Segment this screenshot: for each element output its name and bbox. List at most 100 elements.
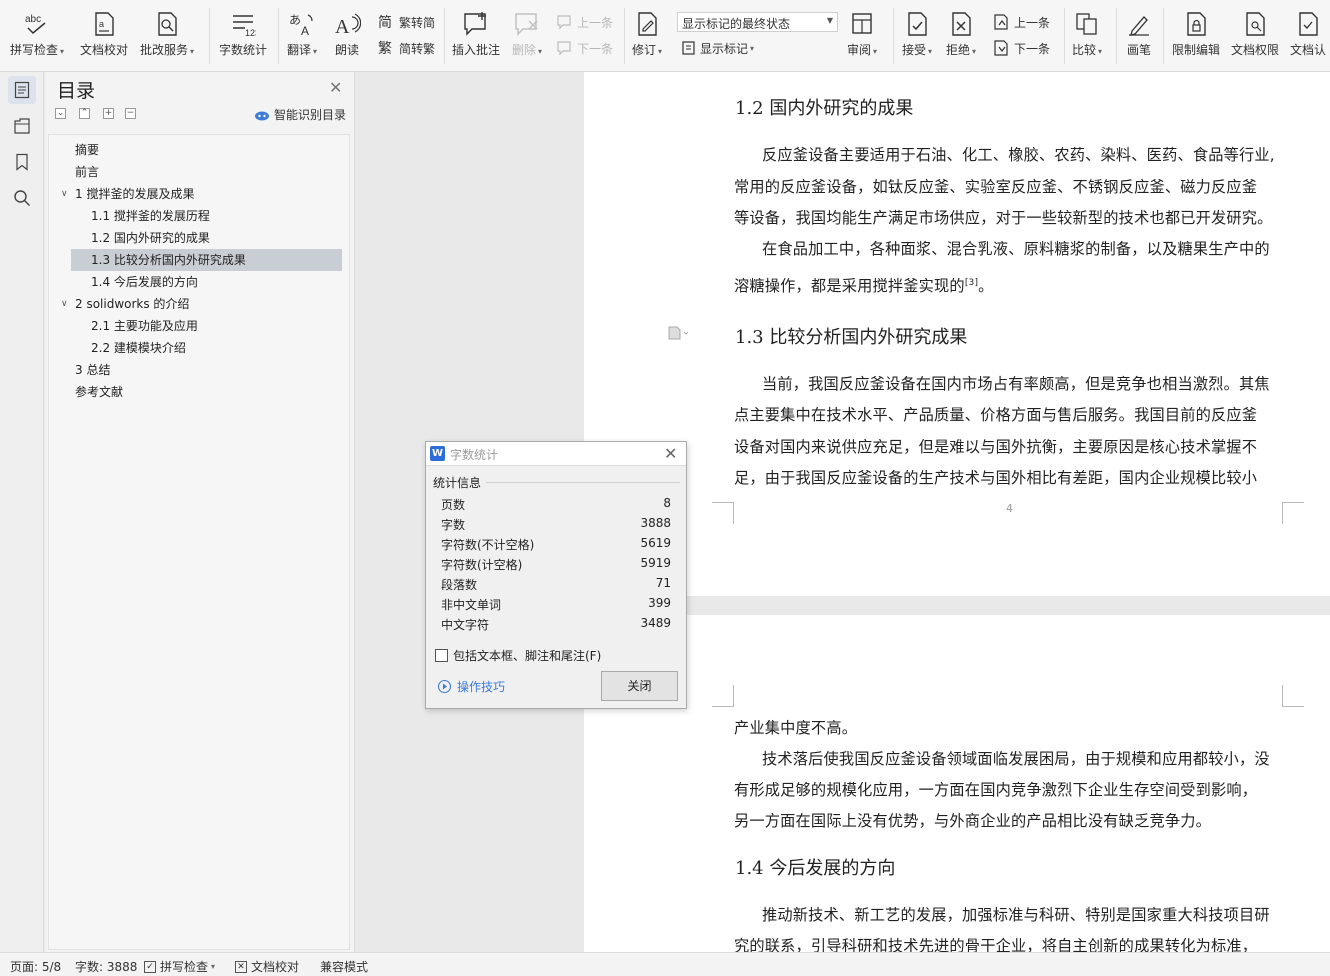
next-comment-label: 下一条	[577, 41, 614, 56]
toc-item[interactable]: 3 总结	[75, 359, 110, 381]
word-count-indicator[interactable]: 字数: 3888	[75, 958, 137, 975]
chapter-nav-button[interactable]	[8, 112, 36, 140]
toc-title: 目录	[57, 80, 96, 102]
toc-item-label: 参考文献	[75, 385, 124, 399]
svg-text:a: a	[99, 19, 104, 29]
stat-row: 页数 8	[441, 496, 671, 516]
reject-label: 拒绝	[946, 43, 971, 57]
stat-row: 中文字符 3489	[441, 616, 671, 636]
toc-item[interactable]: 前言	[75, 161, 99, 183]
status-spell-check[interactable]: ✓ 拼写检查 ▾	[144, 958, 215, 975]
delete-comment-button[interactable]: 删除 ▾	[512, 10, 542, 62]
citation: [3]	[964, 277, 979, 288]
toc-item[interactable]: 参考文献	[75, 381, 123, 403]
accept-button[interactable]: 接受 ▾	[902, 10, 932, 62]
word-count-button[interactable]: 123 字数统计	[219, 10, 267, 62]
status-doc-proof[interactable]: ✕ 文档校对	[235, 958, 299, 975]
ink-button[interactable]: 画笔	[1126, 10, 1152, 62]
document-page[interactable]: 产业集中度不高。 技术落后使我国反应釜设备领域面临发展困局，由于规模和应用都较小…	[584, 615, 1330, 952]
restrict-edit-icon	[1184, 10, 1208, 38]
toc-item[interactable]: 1.2 国内外研究的成果	[91, 227, 210, 249]
page-indicator[interactable]: 页面: 5/8	[10, 958, 61, 975]
accept-icon	[905, 10, 929, 38]
close-button[interactable]: 关闭	[601, 671, 678, 701]
add-level-icon[interactable]: +	[103, 108, 114, 119]
next-comment-button[interactable]: 下一条	[556, 38, 613, 58]
batch-service-icon	[155, 10, 179, 38]
toc-item[interactable]: 1.4 今后发展的方向	[91, 271, 198, 293]
toc-item[interactable]: 2.2 建模模块介绍	[91, 337, 186, 359]
heading-1-3: 1.3 比较分析国内外研究成果	[735, 327, 968, 348]
doc-cert-button[interactable]: 文档认	[1290, 10, 1326, 62]
toc-item-label: 2.2 建模模块介绍	[91, 341, 186, 355]
checkbox-icon[interactable]	[435, 649, 448, 662]
markup-state-select[interactable]: 显示标记的最终状态 ▼	[677, 12, 838, 32]
document-page[interactable]: 1.2 国内外研究的成果 反应釜设备主要适用于石油、化工、橡胶、农药、染料、医药…	[584, 72, 1330, 596]
doc-proof-button[interactable]: a 文档校对	[80, 10, 128, 62]
toc-item[interactable]: 1.1 搅拌釜的发展历程	[91, 205, 210, 227]
to-traditional-label: 繁转简	[399, 15, 436, 30]
prev-change-button[interactable]: 上一条	[993, 12, 1050, 32]
close-icon[interactable]: ✕	[664, 444, 677, 463]
include-textbox-checkbox[interactable]: 包括文本框、脚注和尾注(F)	[435, 647, 601, 664]
stat-label: 字符数(不计空格)	[441, 538, 535, 552]
reject-button[interactable]: 拒绝 ▾	[946, 10, 976, 62]
stat-value: 399	[648, 596, 671, 610]
svg-text:123: 123	[245, 28, 256, 37]
bookmark-nav-button[interactable]	[8, 148, 36, 176]
ribbon-separator	[444, 8, 445, 64]
batch-service-button[interactable]: 批改服务 ▾	[140, 10, 194, 62]
smart-toc-label: 智能识别目录	[274, 108, 347, 122]
to-simplified-button[interactable]: 繁 简转繁	[378, 38, 435, 58]
track-changes-icon	[635, 10, 659, 38]
paragraph-line: 设备对国内来说供应充足，但是难以与国外抗衡，主要原因是核心技术掌握不	[734, 438, 1258, 456]
toc-item[interactable]: 摘要	[75, 139, 99, 161]
show-markup-button[interactable]: 显示标记 ▾	[681, 38, 754, 58]
doc-permission-button[interactable]: 文档权限	[1231, 10, 1279, 62]
wps-logo-icon: W	[430, 446, 445, 461]
review-button[interactable]: 审阅 ▾	[847, 10, 877, 62]
paragraph-line: 反应釜设备主要适用于石油、化工、橡胶、农药、染料、医药、食品等行业,	[762, 146, 1275, 164]
prev-comment-button[interactable]: 上一条	[556, 12, 613, 32]
search-nav-button[interactable]	[8, 184, 36, 212]
to-traditional-button[interactable]: 简 繁转简	[378, 12, 435, 32]
read-aloud-button[interactable]: A 朗读	[333, 10, 361, 62]
compare-icon	[1074, 10, 1100, 38]
collapse-all-icon[interactable]: ⌄	[55, 108, 66, 119]
toc-item[interactable]: ∨ 1 搅拌釜的发展及成果	[61, 183, 194, 205]
markup-state-value: 显示标记的最终状态	[682, 17, 791, 31]
chevron-down-icon[interactable]: ∨	[61, 183, 68, 205]
toc-item[interactable]: ∨ 2 solidworks 的介绍	[61, 293, 201, 315]
dialog-titlebar[interactable]: W 字数统计 ✕	[426, 442, 686, 466]
spell-check-button[interactable]: abc 拼写检查 ▾	[10, 10, 64, 62]
remove-level-icon[interactable]: −	[125, 108, 136, 119]
stat-value: 3888	[640, 516, 671, 530]
next-change-icon	[994, 40, 1008, 56]
toc-nav-button[interactable]	[8, 76, 36, 104]
toc-item[interactable]: 2.1 主要功能及应用	[91, 315, 198, 337]
stat-value: 3489	[640, 616, 671, 630]
translate-button[interactable]: あA 翻译 ▾	[287, 10, 317, 62]
prev-change-label: 上一条	[1014, 15, 1051, 30]
stat-row: 段落数 71	[441, 576, 671, 596]
paragraph-menu-icon[interactable]	[668, 326, 690, 343]
next-change-button[interactable]: 下一条	[993, 38, 1050, 58]
compare-label: 比较	[1072, 43, 1097, 57]
translate-label: 翻译	[287, 43, 312, 57]
restrict-edit-button[interactable]: 限制编辑	[1172, 10, 1220, 62]
paragraph-line: 常用的反应釜设备，如钛反应釜、实验室反应釜、不锈钢反应釜、磁力反应釜	[734, 178, 1258, 196]
insert-comment-button[interactable]: 插入批注	[452, 10, 500, 62]
close-icon[interactable]: ✕	[329, 78, 342, 97]
toc-item-selected[interactable]: 1.3 比较分析国内外研究成果	[71, 249, 342, 271]
prev-comment-icon	[557, 15, 571, 30]
expand-up-icon[interactable]: ⌃	[79, 108, 90, 119]
chevron-down-icon[interactable]: ∨	[61, 293, 68, 315]
tips-link[interactable]: 操作技巧	[437, 678, 505, 695]
stat-label: 页数	[441, 498, 466, 512]
track-changes-button[interactable]: 修订 ▾	[632, 10, 662, 62]
prev-comment-label: 上一条	[577, 15, 614, 30]
smart-toc-button[interactable]: 智能识别目录	[254, 106, 346, 123]
doc-cert-icon	[1296, 10, 1320, 38]
ribbon-separator	[893, 8, 894, 64]
compare-button[interactable]: 比较 ▾	[1072, 10, 1102, 62]
